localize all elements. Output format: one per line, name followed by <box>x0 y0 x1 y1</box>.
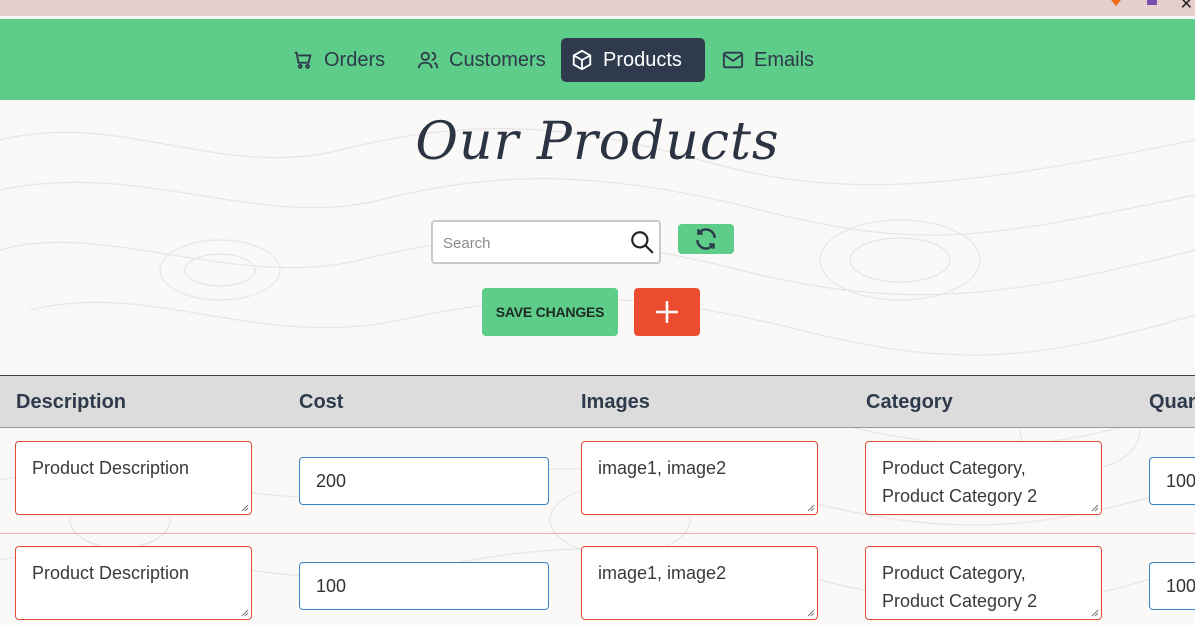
search-icon[interactable] <box>629 229 655 255</box>
images-field[interactable]: image1, image2 <box>581 546 818 620</box>
quantity-field[interactable]: 100 <box>1149 562 1195 610</box>
nav-emails[interactable]: Emails <box>712 38 824 82</box>
add-product-button[interactable] <box>634 288 700 336</box>
description-value: Product Description <box>32 563 190 583</box>
resize-handle-icon[interactable] <box>1091 609 1099 617</box>
images-value: image1, image2 <box>598 563 727 583</box>
row-divider <box>0 533 1195 534</box>
save-changes-button[interactable]: SAVE CHANGES <box>482 288 618 336</box>
nav-products[interactable]: Products <box>561 38 705 82</box>
quantity-value: 100 <box>1166 471 1195 491</box>
refresh-icon <box>696 228 716 250</box>
search-input[interactable] <box>441 230 625 256</box>
refresh-button[interactable] <box>678 224 734 254</box>
search-box <box>431 220 661 264</box>
column-header-category: Category <box>866 391 953 413</box>
nav-emails-label: Emails <box>754 48 815 71</box>
category-field[interactable]: Product Category, Product Category 2 <box>865 546 1102 620</box>
browser-top-strip: ✕ <box>0 0 1195 16</box>
nav-customers[interactable]: Customers <box>407 38 556 82</box>
column-header-cost: Cost <box>299 391 344 413</box>
extension-icon-2[interactable] <box>1146 0 1158 6</box>
resize-handle-icon[interactable] <box>807 504 815 512</box>
column-header-quantity: Quan <box>1149 391 1195 413</box>
category-value: Product Category, Product Category 2 <box>882 458 1038 506</box>
images-value: image1, image2 <box>598 458 727 478</box>
nav-orders-label: Orders <box>324 48 386 71</box>
description-field[interactable]: Product Description <box>15 546 252 620</box>
cost-value: 100 <box>316 576 347 596</box>
mail-icon <box>722 51 744 69</box>
quantity-field[interactable]: 100 <box>1149 457 1195 505</box>
cost-field[interactable]: 100 <box>299 562 549 610</box>
cost-value: 200 <box>316 471 347 491</box>
cart-icon <box>294 51 312 69</box>
nav-customers-label: Customers <box>449 48 546 71</box>
table-header: Description Cost Images Category Quan <box>0 375 1195 428</box>
top-navbar: Orders Customers Products Emails <box>0 19 1195 100</box>
images-field[interactable]: image1, image2 <box>581 441 818 515</box>
resize-handle-icon[interactable] <box>241 609 249 617</box>
resize-handle-icon[interactable] <box>241 504 249 512</box>
quantity-value: 100 <box>1166 576 1195 596</box>
category-value: Product Category, Product Category 2 <box>882 563 1038 611</box>
resize-handle-icon[interactable] <box>1091 504 1099 512</box>
resize-handle-icon[interactable] <box>807 609 815 617</box>
extension-icon[interactable] <box>1110 0 1122 6</box>
column-header-images: Images <box>581 391 650 413</box>
close-icon[interactable]: ✕ <box>1180 0 1193 14</box>
cost-field[interactable]: 200 <box>299 457 549 505</box>
nav-orders[interactable]: Orders <box>282 38 395 82</box>
nav-products-label: Products <box>603 48 682 71</box>
description-field[interactable]: Product Description <box>15 441 252 515</box>
users-icon <box>417 51 439 69</box>
plus-icon <box>656 301 678 323</box>
box-icon <box>572 49 592 71</box>
column-header-description: Description <box>16 391 127 413</box>
category-field[interactable]: Product Category, Product Category 2 <box>865 441 1102 515</box>
description-value: Product Description <box>32 458 190 478</box>
page-title: Our Products <box>415 112 780 172</box>
